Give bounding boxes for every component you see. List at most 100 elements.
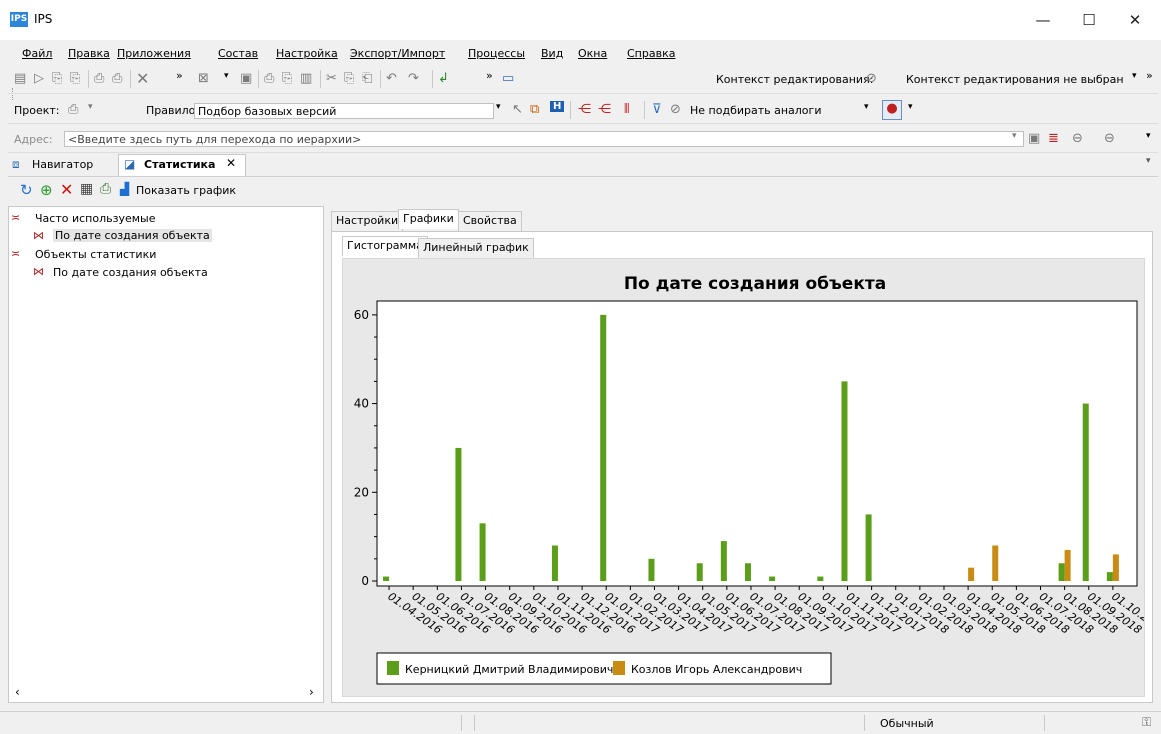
menu-applications[interactable]: Приложения <box>117 47 191 60</box>
tree-item-by-date-1[interactable]: По дате создания объекта <box>53 229 212 242</box>
overflow-chevron-icon[interactable]: » <box>176 69 183 82</box>
tab-navigator[interactable]: Навигатор <box>32 158 93 171</box>
context-label: Контекст редактирования: <box>716 73 874 86</box>
h-icon[interactable]: H <box>550 101 565 112</box>
scroll-right-icon[interactable]: › <box>309 685 314 699</box>
delete-icon[interactable]: ✕ <box>60 180 73 199</box>
paste-icon[interactable]: ⎗ <box>362 71 372 86</box>
add-icon[interactable]: ⊕ <box>40 181 53 199</box>
close-tab-icon[interactable]: ✕ <box>226 156 236 170</box>
print-icon[interactable]: ⎙ <box>100 181 111 197</box>
redo-icon[interactable]: ↷ <box>408 71 419 86</box>
tab-settings[interactable]: Настройки <box>331 211 404 231</box>
chart-bar <box>841 381 848 581</box>
document-tabs: ⧈ Навигатор ◪ Статистика ✕ ▾ <box>8 154 1158 177</box>
legend-label: Козлов Игорь Александрович <box>631 663 802 676</box>
toolbar-separator <box>644 101 645 119</box>
chevron-down-icon[interactable]: ▾ <box>864 102 869 112</box>
chart-bar <box>696 563 703 581</box>
menu-view[interactable]: Вид <box>541 47 563 60</box>
properties-icon[interactable]: ▤ <box>14 71 26 86</box>
tab-properties[interactable]: Свойства <box>458 211 522 231</box>
overflow-chevron-icon[interactable]: » <box>486 69 493 82</box>
menu-composition[interactable]: Состав <box>218 47 258 60</box>
analogs-label[interactable]: Не подбирать аналоги <box>690 104 821 117</box>
tab-line-chart[interactable]: Линейный график <box>418 238 534 258</box>
chevron-down-icon[interactable]: ▾ <box>908 102 913 112</box>
tree-group-frequent[interactable]: Часто используемые <box>35 212 155 225</box>
analogs-icon[interactable]: ⊘ <box>670 102 681 117</box>
statistics-icon: ◪ <box>124 157 136 171</box>
compare-icon[interactable]: ⫴ <box>624 102 629 117</box>
project-icon[interactable]: ⎙ <box>68 102 78 117</box>
filter-icon[interactable]: ⊽ <box>652 102 662 117</box>
tab-charts[interactable]: Графики <box>398 209 459 229</box>
toolbar-separator <box>380 70 381 88</box>
save-icon[interactable]: ▣ <box>240 71 252 86</box>
refresh-icon[interactable]: ↻ <box>20 181 33 199</box>
monitor-icon[interactable]: ▭ <box>502 71 514 86</box>
menu-file[interactable]: Файл <box>22 47 52 60</box>
paste-doc-icon[interactable]: ⎘ <box>70 71 80 86</box>
chevron-down-icon[interactable]: ▾ <box>1012 131 1017 141</box>
version2-icon[interactable]: ⎙ <box>112 71 122 86</box>
legend-swatch <box>613 661 625 675</box>
print-icon[interactable]: ⎙ <box>264 71 274 86</box>
menu-export-import[interactable]: Экспорт/Импорт <box>350 47 445 60</box>
table-icon[interactable]: ▦ <box>80 181 93 197</box>
tab-statistics-label: Статистика <box>144 158 216 171</box>
undo-icon[interactable]: ↶ <box>386 71 397 86</box>
chart-icon[interactable]: ⊠ <box>198 71 209 86</box>
tree-group-objects[interactable]: Объекты статистики <box>35 248 156 261</box>
chart-bar <box>865 514 872 581</box>
chart-bar <box>1106 572 1113 581</box>
insert-icon[interactable]: ↲ <box>438 71 449 86</box>
chart-bar <box>648 558 655 581</box>
stat-icon: ⋈ <box>33 265 44 278</box>
forward-icon[interactable]: ⊖ <box>1104 131 1115 146</box>
tree-red2-icon[interactable]: ⋲ <box>598 102 611 117</box>
menu-edit[interactable]: Правка <box>68 47 110 60</box>
maximize-button[interactable]: ☐ <box>1066 6 1112 34</box>
chevron-down-icon[interactable]: ▾ <box>496 102 501 112</box>
rule-select[interactable]: Подбор базовых версий <box>194 103 494 119</box>
clear-address-icon[interactable]: ≣ <box>1048 131 1059 146</box>
close-button[interactable]: ✕ <box>1112 6 1158 34</box>
tabs-menu-icon[interactable]: ▾ <box>1146 156 1151 166</box>
context-off-icon[interactable]: ⊘ <box>866 71 877 86</box>
tree-red-icon[interactable]: ⋲ <box>578 102 591 117</box>
tab-histogram[interactable]: Гистограмма <box>342 236 428 256</box>
menu-help[interactable]: Справка <box>627 47 675 60</box>
delete-icon[interactable]: ✕ <box>136 69 149 88</box>
go-icon[interactable]: ▣ <box>1028 131 1040 146</box>
address-input[interactable]: <Введите здесь путь для перехода по иера… <box>64 131 1024 147</box>
legend-swatch <box>387 661 399 675</box>
chevron-down-icon[interactable]: ▾ <box>88 102 93 112</box>
version-icon[interactable]: ⎙ <box>94 71 104 86</box>
copy-icon[interactable]: ⎘ <box>344 71 354 86</box>
show-chart-button[interactable]: Показать график <box>136 184 236 197</box>
scroll-left-icon[interactable]: ‹ <box>15 685 20 699</box>
chevron-down-icon[interactable]: ▾ <box>224 71 229 81</box>
status-separator <box>1044 715 1045 731</box>
cut-icon[interactable]: ✂ <box>326 71 337 86</box>
pointer-icon[interactable]: ↖ <box>512 102 523 117</box>
menu-windows[interactable]: Окна <box>578 47 607 60</box>
barcode-icon[interactable]: ▥ <box>300 71 312 86</box>
tree-item-by-date-2[interactable]: По дате создания объекта <box>53 266 208 279</box>
preview-icon[interactable]: ⎘ <box>282 71 292 86</box>
minimize-button[interactable]: — <box>1020 6 1066 34</box>
chevron-down-icon[interactable]: ▾ <box>1146 131 1151 141</box>
copy-doc-icon[interactable]: ⎘ <box>52 71 62 86</box>
structure-icon[interactable]: ⧉ <box>530 102 539 117</box>
back-icon[interactable]: ⊖ <box>1072 131 1083 146</box>
overflow-chevron-icon[interactable]: » <box>1146 69 1153 82</box>
y-tick-label: 40 <box>354 397 369 411</box>
menu-processes[interactable]: Процессы <box>468 47 525 60</box>
chevron-down-icon[interactable]: ▾ <box>1132 71 1137 81</box>
context-value[interactable]: Контекст редактирования не выбран <box>906 73 1124 86</box>
menu-settings[interactable]: Настройка <box>276 47 338 60</box>
color-scheme-icon[interactable]: ● <box>882 100 902 120</box>
project-toolbar: Проект: ⎙ ▾ Правило: Подбор базовых верс… <box>8 96 1158 124</box>
open-icon[interactable]: ▷ <box>34 71 44 86</box>
